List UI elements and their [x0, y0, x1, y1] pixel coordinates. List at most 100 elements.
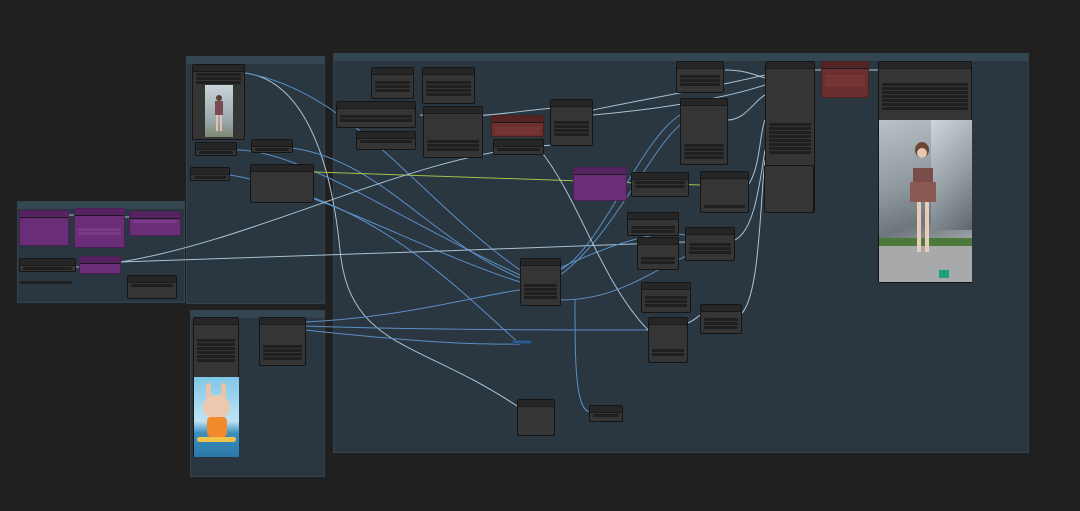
node-left-output[interactable] — [127, 275, 177, 299]
node-widget[interactable] — [524, 292, 557, 295]
node-widget[interactable] — [194, 176, 226, 179]
node-widget[interactable] — [882, 99, 968, 102]
node-widget[interactable] — [882, 103, 968, 106]
node-purple-c[interactable] — [129, 211, 181, 236]
node-graph-canvas[interactable] — [0, 0, 1080, 511]
node-widget[interactable] — [196, 81, 241, 84]
node-person-b[interactable] — [251, 139, 293, 153]
node-widget[interactable] — [641, 257, 675, 260]
node-main-06[interactable] — [493, 139, 544, 155]
node-widget[interactable] — [427, 140, 479, 143]
node-main-19[interactable] — [517, 399, 555, 436]
node-main-01[interactable] — [371, 67, 414, 99]
node-widget[interactable] — [684, 148, 724, 151]
node-person-c[interactable] — [190, 167, 230, 181]
node-main-14[interactable] — [685, 227, 735, 261]
node-main-20[interactable] — [589, 405, 623, 422]
node-main-03[interactable] — [336, 101, 416, 128]
node-widget[interactable] — [689, 251, 731, 254]
node-widget[interactable] — [524, 296, 557, 299]
node-red-mask[interactable] — [491, 115, 544, 137]
node-widget[interactable] — [197, 355, 235, 358]
node-widget[interactable] — [524, 284, 557, 287]
node-widget[interactable] — [684, 144, 724, 147]
node-widget[interactable] — [593, 414, 619, 417]
node-widget[interactable] — [825, 83, 865, 86]
node-widget[interactable] — [631, 230, 675, 233]
node-widget[interactable] — [263, 353, 302, 356]
node-widget[interactable] — [78, 232, 121, 235]
node-main-13[interactable] — [637, 237, 679, 270]
node-main-11[interactable] — [700, 171, 749, 213]
node-widget[interactable] — [769, 135, 811, 138]
node-person-a[interactable] — [195, 142, 237, 156]
node-widget[interactable] — [684, 152, 724, 155]
node-widget[interactable] — [704, 322, 738, 325]
node-widget[interactable] — [680, 75, 720, 78]
node-widget[interactable] — [645, 300, 687, 303]
node-load-image-person[interactable] — [192, 64, 245, 140]
node-widget[interactable] — [495, 127, 540, 130]
node-widget[interactable] — [680, 79, 720, 82]
node-widget[interactable] — [197, 351, 235, 354]
node-widget[interactable] — [375, 85, 410, 88]
node-purple-main[interactable] — [573, 167, 627, 201]
node-widget[interactable] — [652, 349, 684, 352]
node-widget[interactable] — [882, 95, 968, 98]
node-widget[interactable] — [497, 148, 540, 151]
node-widget[interactable] — [495, 131, 540, 134]
node-main-04[interactable] — [356, 131, 416, 150]
node-widget[interactable] — [197, 347, 235, 350]
node-widget[interactable] — [704, 318, 738, 321]
node-widget[interactable] — [645, 304, 687, 307]
node-save-image[interactable] — [878, 61, 972, 283]
node-widget[interactable] — [360, 140, 412, 143]
node-widget[interactable] — [196, 73, 241, 76]
node-widget[interactable] — [78, 228, 121, 231]
node-widget[interactable] — [680, 83, 720, 86]
node-main-07[interactable] — [550, 99, 593, 146]
node-widget[interactable] — [641, 261, 675, 264]
node-main-12[interactable] — [627, 212, 679, 236]
node-ksampler-extension[interactable] — [764, 165, 814, 213]
node-widget[interactable] — [684, 156, 724, 159]
node-widget[interactable] — [427, 148, 479, 151]
node-widget[interactable] — [882, 107, 968, 110]
node-widget[interactable] — [769, 143, 811, 146]
node-widget[interactable] — [196, 77, 241, 80]
node-widget[interactable] — [769, 139, 811, 142]
node-widget[interactable] — [554, 129, 589, 132]
node-widget[interactable] — [340, 119, 412, 122]
node-main-09[interactable] — [680, 98, 728, 165]
node-widget[interactable] — [882, 83, 968, 86]
node-widget[interactable] — [882, 87, 968, 90]
node-main-10[interactable] — [631, 172, 689, 197]
node-widget[interactable] — [635, 185, 685, 188]
node-widget[interactable] — [197, 339, 235, 342]
node-widget[interactable] — [652, 353, 684, 356]
node-widget[interactable] — [375, 81, 410, 84]
node-character-encoder[interactable] — [259, 317, 306, 366]
node-widget[interactable] — [769, 151, 811, 154]
node-main-08[interactable] — [676, 61, 724, 93]
node-widget[interactable] — [426, 81, 471, 84]
node-widget[interactable] — [769, 127, 811, 130]
node-widget[interactable] — [199, 151, 233, 154]
node-widget[interactable] — [554, 125, 589, 128]
node-widget[interactable] — [704, 326, 738, 329]
node-widget[interactable] — [426, 85, 471, 88]
node-widget[interactable] — [689, 243, 731, 246]
node-person-d[interactable] — [250, 164, 314, 203]
node-widget[interactable] — [554, 133, 589, 136]
node-main-16[interactable] — [641, 282, 691, 313]
node-widget[interactable] — [263, 349, 302, 352]
node-main-18[interactable] — [700, 304, 742, 334]
group-title[interactable] — [334, 54, 1028, 61]
node-widget[interactable] — [426, 93, 471, 96]
node-widget[interactable] — [197, 359, 235, 362]
node-widget[interactable] — [131, 284, 173, 287]
node-widget[interactable] — [133, 220, 177, 223]
node-widget[interactable] — [263, 357, 302, 360]
node-widget[interactable] — [340, 115, 412, 118]
node-widget[interactable] — [263, 345, 302, 348]
